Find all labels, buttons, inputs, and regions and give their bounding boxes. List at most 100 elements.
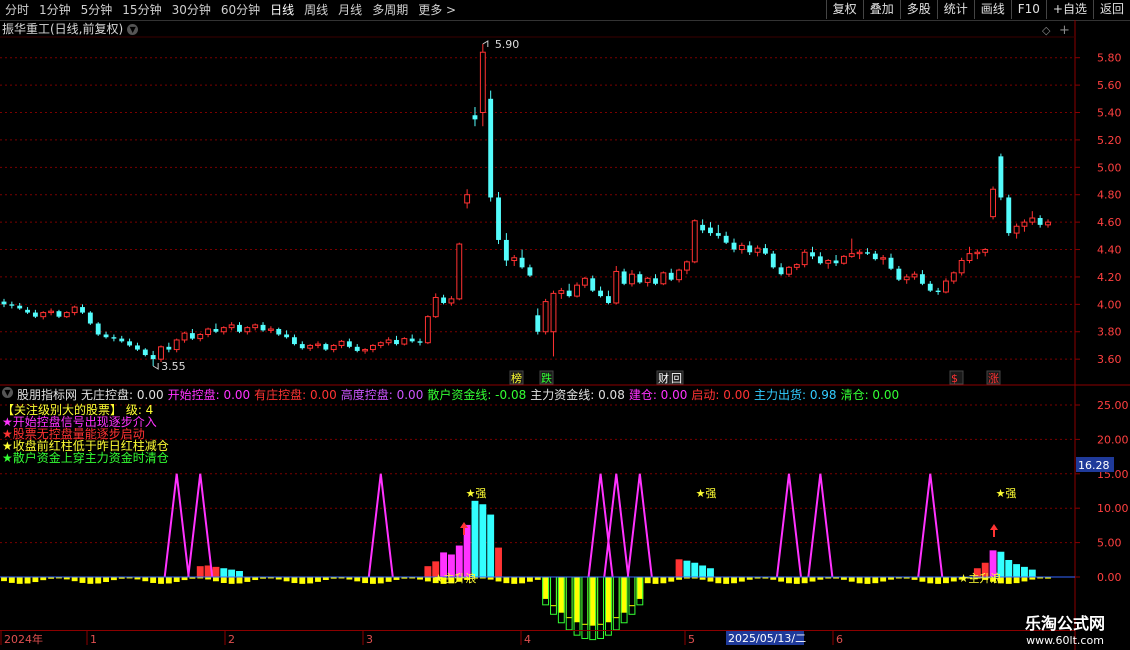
candle-body	[535, 315, 541, 332]
ind-bar-yellow	[158, 577, 164, 584]
event-marker-1: 跌	[541, 371, 552, 385]
ind-bar-yellow	[1013, 577, 1020, 584]
candle-body	[723, 235, 729, 243]
kline-chart: 5.80 5.60 5.40 5.20 5.00 4.80 4.60 4.40 4.20 4.00…	[0, 20, 1130, 650]
ind-bar-yellow	[557, 576, 565, 613]
candle-body	[676, 269, 683, 281]
ind-bar-positive	[691, 562, 699, 578]
ind-bar-yellow	[244, 577, 251, 582]
candle-body	[715, 233, 721, 236]
control-spike	[917, 473, 944, 578]
indicator-value-5: 主力资金线: 0.08	[530, 388, 625, 402]
candle-body	[966, 253, 973, 261]
candle-body	[40, 312, 47, 318]
ind-bar-yellow	[668, 577, 675, 582]
indicator-value-7: 启动: 0.00	[691, 388, 750, 402]
candle-body	[173, 339, 180, 351]
chevron-down-icon[interactable]: ▼	[2, 387, 13, 398]
candle-body	[158, 346, 164, 360]
ind-bar-yellow	[950, 577, 957, 582]
ind-bar-yellow	[786, 577, 792, 584]
candle-body	[754, 247, 761, 253]
candle-body	[299, 344, 305, 349]
candle-body	[865, 252, 870, 254]
candle-body	[668, 272, 674, 280]
candle-body	[558, 290, 565, 294]
candle-body	[566, 290, 572, 297]
candle-body	[369, 344, 376, 351]
candle-body	[205, 328, 212, 335]
ind-bar-positive	[1021, 566, 1028, 578]
ind-bar-positive	[424, 566, 432, 578]
candle-body	[683, 261, 690, 271]
candle-body	[1029, 217, 1036, 223]
indicator-value-3: 高度控盘: 0.00	[340, 388, 424, 402]
candle-body	[63, 312, 70, 318]
candle-body	[237, 324, 242, 332]
ind-bar-positive	[479, 504, 487, 578]
ind-bar-positive	[675, 559, 683, 578]
candle-body	[479, 51, 486, 114]
ind-bar-positive	[220, 568, 228, 578]
ind-bar-yellow	[848, 577, 855, 582]
candle-body	[330, 344, 337, 351]
candle-body	[276, 329, 282, 335]
candle-body	[213, 329, 219, 332]
low-price-label: 3.55	[161, 360, 186, 373]
ind-bar-positive	[495, 547, 502, 578]
ind-bar-yellow	[8, 577, 15, 583]
indicator-value-9: 清仓: 0.00	[840, 388, 900, 402]
ind-tick-label: 25.00	[1097, 399, 1129, 412]
candle-body	[598, 290, 604, 297]
candle-body	[488, 98, 494, 198]
up-arrow-icon	[990, 524, 998, 537]
candle-body	[1037, 218, 1043, 225]
candle-body	[738, 244, 745, 251]
ind-bar-positive	[463, 524, 471, 578]
candle-body	[80, 307, 85, 313]
indicator-value-1: 开始控盘: 0.00	[167, 388, 251, 402]
ind-bar-yellow	[79, 577, 86, 583]
ind-bar-yellow	[212, 577, 219, 582]
candle-body	[982, 249, 989, 253]
ind-bar-yellow	[220, 577, 227, 584]
ind-bar-yellow	[495, 577, 502, 582]
ind-bar-yellow	[856, 577, 863, 584]
ind-tick-label: 5.00	[1097, 537, 1122, 550]
ind-bar-yellow	[95, 577, 102, 584]
candle-body	[228, 324, 235, 329]
event-marker-5: 涨	[988, 372, 999, 385]
high-price-label: 5.90	[495, 38, 519, 51]
candle-body	[346, 341, 352, 347]
diamond-icon: ◇	[1042, 24, 1051, 37]
current-value-label: 16.28	[1078, 459, 1110, 472]
candle-body	[801, 251, 808, 266]
ind-bar-positive	[1005, 559, 1013, 578]
candle-body	[150, 355, 156, 360]
candle-body	[810, 252, 815, 257]
candle-body	[17, 305, 23, 309]
candle-body	[629, 273, 635, 285]
candle-body	[990, 188, 996, 218]
candle-body	[135, 345, 140, 350]
ind-bar-yellow	[943, 577, 949, 584]
candle-body	[840, 255, 847, 264]
candle-body	[119, 338, 125, 342]
candle-body	[574, 284, 580, 297]
candle-body	[323, 344, 329, 350]
candle-body	[762, 248, 768, 254]
ind-bar-yellow	[652, 577, 659, 584]
candle-body	[637, 274, 643, 283]
main-up-annotation: ★主升浪	[434, 571, 477, 585]
candle-body	[943, 280, 949, 293]
ind-bar-positive	[683, 560, 691, 578]
candle-body	[621, 271, 627, 284]
candle-body	[409, 338, 415, 342]
candle-body	[377, 342, 384, 346]
ind-bar-yellow	[542, 576, 550, 599]
candle-body	[605, 296, 611, 303]
candle-body	[644, 277, 651, 283]
candle-body	[653, 278, 658, 284]
candle-body	[307, 344, 314, 349]
ind-bar-yellow	[589, 576, 597, 626]
